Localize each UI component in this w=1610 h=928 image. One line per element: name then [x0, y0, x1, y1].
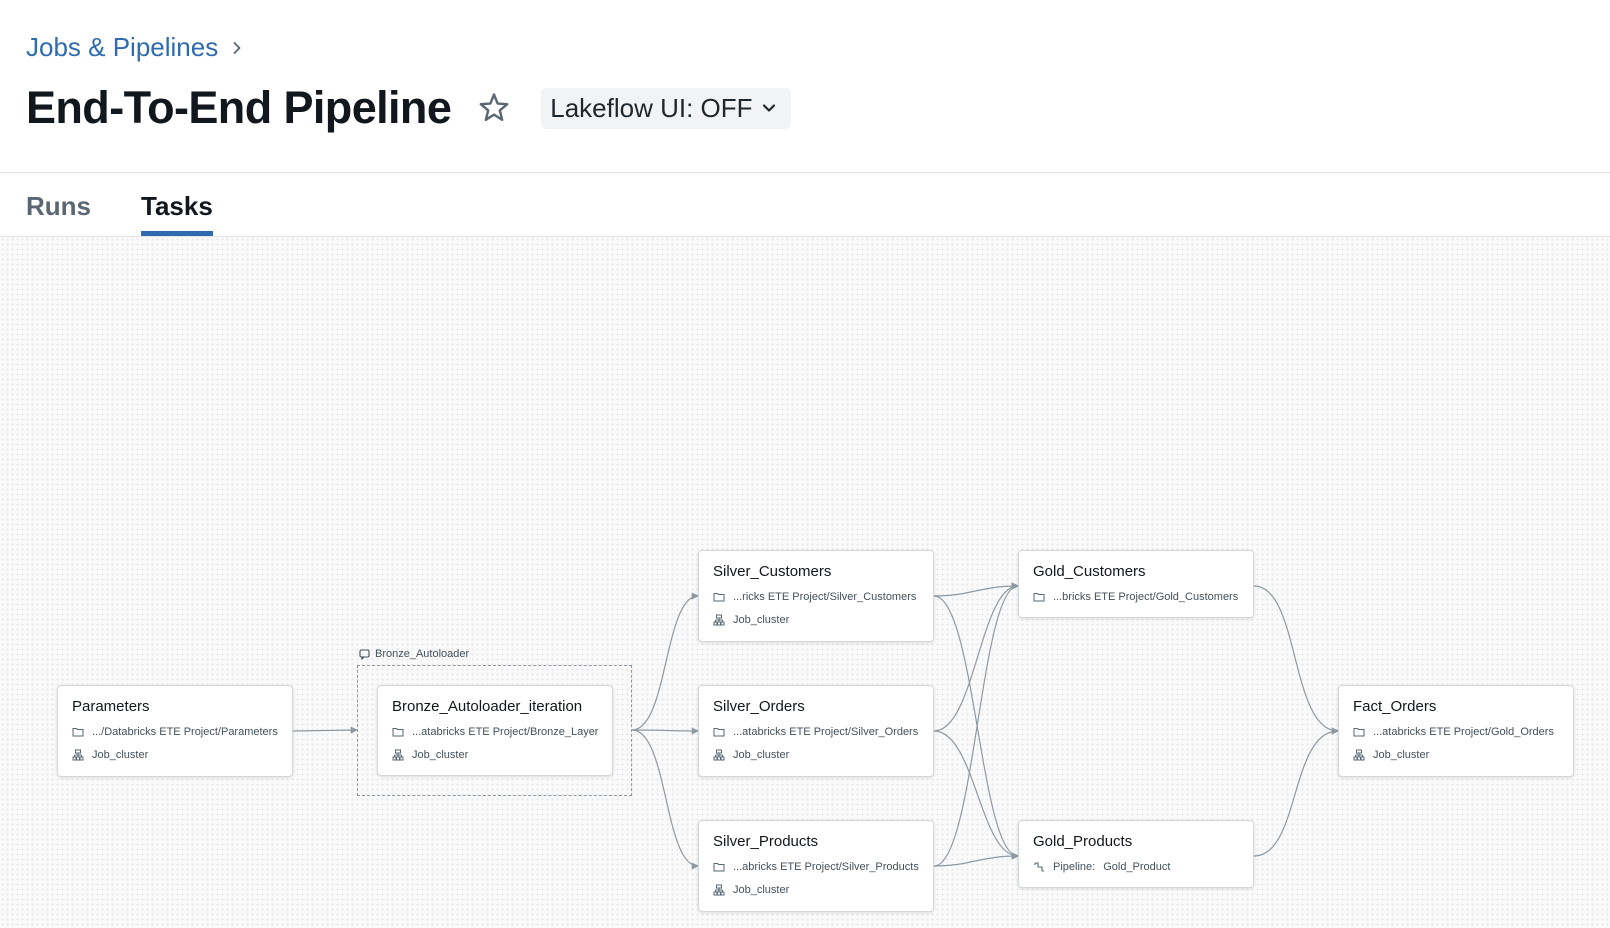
task-cluster-row: Job_cluster [1353, 749, 1429, 761]
edge-bronze-silver-customers [631, 592, 699, 731]
task-cluster-row: Job_cluster [392, 749, 468, 761]
task-title: Parameters [72, 698, 150, 715]
breadcrumb-jobs-pipelines-link[interactable]: Jobs & Pipelines [26, 32, 218, 63]
star-icon[interactable] [477, 91, 511, 125]
task-title: Fact_Orders [1353, 698, 1437, 715]
task-node-parameters[interactable]: Parameters .../Databricks ETE Project/Pa… [57, 685, 293, 777]
task-path: ...ricks ETE Project/Silver_Customers [733, 591, 917, 603]
edge-bronze-silver-products [631, 729, 699, 870]
chevron-down-icon [762, 104, 775, 112]
cluster-icon [713, 884, 725, 896]
cluster-icon [1353, 749, 1365, 761]
cluster-icon [392, 749, 404, 761]
task-node-bronze-autoloader-iteration[interactable]: Bronze_Autoloader_iteration ...atabricks… [377, 685, 613, 776]
task-title: Gold_Products [1033, 833, 1133, 850]
task-path: ...atabricks ETE Project/Gold_Orders [1373, 726, 1554, 738]
task-node-silver-orders[interactable]: Silver_Orders ...atabricks ETE Project/S… [698, 685, 934, 777]
task-path: ...atabricks ETE Project/Silver_Orders [733, 726, 919, 738]
task-path: ...abricks ETE Project/Silver_Products [733, 861, 919, 873]
for-each-icon [359, 648, 370, 660]
folder-icon [1033, 593, 1045, 602]
task-cluster: Job_cluster [1373, 749, 1430, 761]
task-node-fact-orders[interactable]: Fact_Orders ...atabricks ETE Project/Gol… [1338, 685, 1574, 777]
folder-icon [72, 728, 84, 737]
task-cluster: Job_cluster [733, 749, 790, 761]
page-title: End-To-End Pipeline [26, 82, 452, 133]
task-cluster-row: Job_cluster [713, 884, 789, 896]
lakeflow-ui-toggle-label: Lakeflow UI: OFF [550, 92, 753, 123]
task-node-silver-products[interactable]: Silver_Products ...abricks ETE Project/S… [698, 820, 934, 912]
lakeflow-ui-toggle[interactable]: Lakeflow UI: OFF [541, 87, 791, 129]
edge-parameters-bronze [292, 726, 358, 734]
cluster-icon [713, 749, 725, 761]
task-node-silver-customers[interactable]: Silver_Customers ...ricks ETE Project/Si… [698, 550, 934, 642]
group-name: Bronze_Autoloader [375, 648, 470, 660]
cluster-icon [713, 614, 725, 626]
task-cluster: Job_cluster [733, 614, 790, 626]
chevron-right-icon [233, 41, 241, 54]
task-cluster-row: Job_cluster [713, 749, 789, 761]
tab-tasks[interactable]: Tasks [141, 191, 213, 222]
task-cluster: Job_cluster [92, 749, 149, 761]
active-tab-indicator [141, 231, 213, 236]
task-path: ...atabricks ETE Project/Bronze_Layer [412, 726, 599, 738]
edge-gold-customers-fact-orders [1253, 585, 1339, 735]
breadcrumb: Jobs & Pipelines [26, 32, 244, 63]
task-graph-canvas[interactable]: Bronze_Autoloader Parameters .../Databri… [0, 237, 1610, 928]
task-path-row: ...atabricks ETE Project/Gold_Orders [1353, 726, 1554, 738]
task-path: .../Databricks ETE Project/Parameters [92, 726, 278, 738]
task-node-gold-customers[interactable]: Gold_Customers ...bricks ETE Project/Gol… [1018, 550, 1254, 618]
task-path-row: .../Databricks ETE Project/Parameters [72, 726, 278, 738]
pipeline-icon [1034, 862, 1044, 872]
edge-bronze-silver-orders [631, 727, 699, 735]
edge-silver-products-gold-customers [933, 582, 1019, 867]
edge-silver-products-gold-products [933, 852, 1019, 867]
tab-runs[interactable]: Runs [26, 191, 91, 222]
edge-silver-customers-gold-customers [933, 582, 1019, 597]
task-title: Silver_Customers [713, 563, 832, 580]
task-node-gold-products[interactable]: Gold_Products Pipeline: Gold_Product [1018, 820, 1254, 888]
task-path-row: ...bricks ETE Project/Gold_Customers [1033, 591, 1238, 603]
edge-silver-orders-gold-customers [933, 582, 1019, 732]
task-path-row: ...atabricks ETE Project/Bronze_Layer [392, 726, 598, 738]
tab-bar: Runs Tasks [0, 173, 1610, 237]
edge-silver-orders-gold-products [933, 730, 1019, 860]
task-title: Silver_Orders [713, 698, 805, 715]
folder-icon [713, 593, 725, 602]
task-path-row: ...abricks ETE Project/Silver_Products [713, 861, 919, 873]
task-title: Gold_Customers [1033, 563, 1146, 580]
cluster-icon [72, 749, 84, 761]
title-row: End-To-End Pipeline Lakeflow UI: OFF [26, 82, 791, 134]
task-path-row: ...atabricks ETE Project/Silver_Orders [713, 726, 918, 738]
page-header: Jobs & Pipelines End-To-End Pipeline Lak… [0, 0, 1610, 173]
task-cluster: Job_cluster [412, 749, 469, 761]
group-label: Bronze_Autoloader [359, 648, 469, 660]
task-title: Bronze_Autoloader_iteration [392, 698, 583, 715]
task-pipeline-row: Pipeline: Gold_Product [1033, 861, 1170, 873]
task-pipeline-name: Gold_Product [1103, 861, 1171, 873]
task-cluster-row: Job_cluster [713, 614, 789, 626]
edge-gold-products-fact-orders [1253, 727, 1339, 857]
folder-icon [713, 863, 725, 872]
task-cluster-row: Job_cluster [72, 749, 148, 761]
task-pipeline-label: Pipeline: [1053, 861, 1096, 873]
task-path: ...bricks ETE Project/Gold_Customers [1053, 591, 1239, 603]
task-path-row: ...ricks ETE Project/Silver_Customers [713, 591, 916, 603]
edge-silver-customers-gold-products [933, 595, 1019, 860]
folder-icon [713, 728, 725, 737]
task-title: Silver_Products [713, 833, 819, 850]
folder-icon [392, 728, 404, 737]
folder-icon [1353, 728, 1365, 737]
task-cluster: Job_cluster [733, 884, 790, 896]
